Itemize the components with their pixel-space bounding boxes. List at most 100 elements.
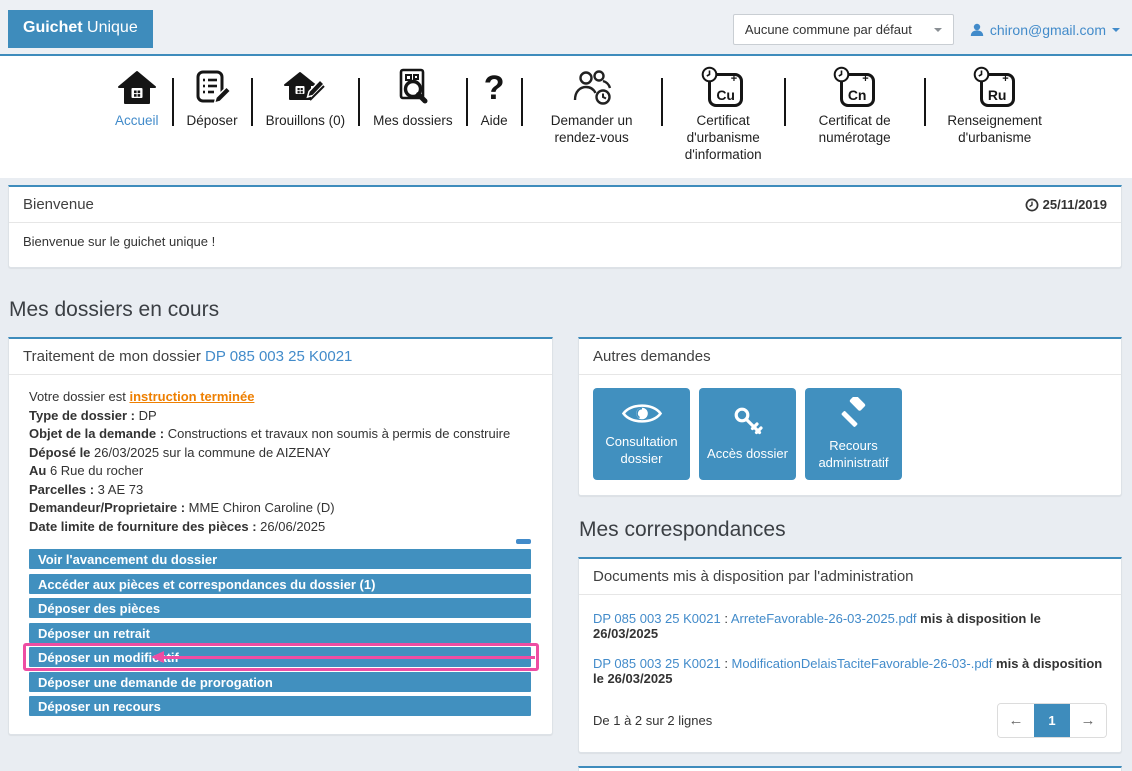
correspondances-panel: Documents mis à disposition par l'admini…	[578, 557, 1122, 753]
key-icon	[734, 407, 763, 435]
nav-item-certificat-urbanisme[interactable]: Cu + Certificat d'urbanisme d'informatio…	[663, 66, 784, 164]
detail-line: Date limite de fourniture des pièces : 2…	[29, 518, 326, 534]
home-icon	[117, 68, 157, 108]
nav-item-label: Renseignement d'urbanisme	[947, 113, 1042, 145]
nav-item-aide[interactable]: ? Aide	[468, 68, 521, 130]
app-logo[interactable]: Guichet Unique	[8, 10, 153, 48]
welcome-panel-header: Bienvenue 25/11/2019	[9, 187, 1121, 223]
tile-label: Recours administratif	[818, 437, 889, 470]
pagination-row: De 1 à 2 sur 2 lignes ← 1 →	[593, 693, 1107, 740]
eye-icon	[621, 404, 662, 423]
nav-item-accueil[interactable]: Accueil	[102, 68, 172, 130]
detail-line: Objet de la demande : Constructions et t…	[29, 426, 511, 441]
dossier-actions: Voir l'avancement du dossier Accéder aux…	[9, 547, 552, 734]
app-logo-regular: Unique	[82, 19, 138, 36]
pagination-summary: De 1 à 2 sur 2 lignes	[593, 713, 713, 728]
welcome-date: 25/11/2019	[1025, 197, 1107, 212]
document-file-link[interactable]: ArreteFavorable-26-03-2025.pdf	[731, 611, 917, 626]
tile-label: Consultation dossier	[605, 434, 678, 466]
help-icon: ?	[483, 69, 505, 107]
autres-demandes-header: Autres demandes	[579, 339, 1121, 375]
ru-certificate-icon: Ru +	[973, 66, 1015, 108]
detail-line: Déposé le 26/03/2025 sur la commune de A…	[29, 444, 331, 460]
dossier-title: Traitement de mon dossier DP 085 003 25 …	[23, 348, 353, 365]
top-header: Guichet Unique Aucune commune par défaut…	[0, 0, 1132, 56]
pager-prev-button[interactable]: ←	[998, 704, 1034, 737]
cu-certificate-icon: Cu +	[701, 66, 744, 108]
action-deposer-pieces[interactable]: Déposer des pièces	[29, 598, 531, 618]
nav-item-certificat-numerotage[interactable]: Cn + Certificat de numérotage	[786, 66, 924, 147]
detail-line: Demandeur/Proprietaire : MME Chiron Caro…	[29, 500, 335, 515]
cn-certificate-icon: Cn +	[833, 66, 875, 108]
autres-demandes-panel: Autres demandes Consultation dossier Acc…	[578, 337, 1122, 496]
welcome-title: Bienvenue	[23, 196, 94, 213]
action-deposer-modificatif[interactable]: Déposer un modificatif	[29, 647, 531, 667]
action-deposer-recours[interactable]: Déposer un recours	[29, 696, 531, 716]
main-nav: Accueil Déposer Brouillons (0) Mes dossi…	[0, 56, 1132, 178]
nav-item-label: Déposer	[186, 113, 238, 128]
drafts-icon	[283, 68, 327, 108]
section-title-dossiers: Mes dossiers en cours	[9, 298, 220, 321]
deposit-form-icon	[193, 68, 232, 108]
nav-item-label: Mes dossiers	[373, 113, 453, 128]
dossier-number-link[interactable]: DP 085 003 25 K0021	[205, 348, 352, 365]
welcome-panel: Bienvenue 25/11/2019 Bienvenue sur le gu…	[8, 185, 1122, 268]
welcome-message: Bienvenue sur le guichet unique !	[23, 234, 216, 249]
dossier-panel-header: Traitement de mon dossier DP 085 003 25 …	[9, 339, 552, 375]
collapse-toggle[interactable]	[516, 539, 531, 544]
nav-item-label: Accueil	[115, 113, 159, 128]
next-panel-stub	[578, 766, 1122, 771]
main-content: Bienvenue 25/11/2019 Bienvenue sur le gu…	[0, 178, 1132, 771]
nav-item-brouillons[interactable]: Brouillons (0)	[253, 68, 359, 130]
nav-item-deposer[interactable]: Déposer	[174, 68, 251, 130]
nav-item-renseignement-urbanisme[interactable]: Ru + Renseignement d'urbanisme	[926, 66, 1064, 147]
folder-search-icon	[394, 68, 432, 108]
nav-item-label: Aide	[480, 113, 508, 128]
document-dossier-link[interactable]: DP 085 003 25 K0021	[593, 611, 721, 626]
pager-page-1[interactable]: 1	[1034, 704, 1070, 737]
tile-label: Accès dossier	[707, 446, 788, 462]
dossier-panel: Traitement de mon dossier DP 085 003 25 …	[8, 337, 553, 735]
detail-line: Parcelles : 3 AE 73	[29, 481, 144, 497]
action-deposer-prorogation[interactable]: Déposer une demande de prorogation	[29, 671, 531, 692]
dossier-details: Votre dossier est instruction terminée T…	[9, 375, 552, 536]
user-email: chiron@gmail.com	[989, 21, 1106, 38]
dossier-status-line: Votre dossier est instruction terminée	[29, 389, 255, 404]
document-row: DP 085 003 25 K0021 : ModificationDelais…	[593, 656, 1103, 686]
app-logo-bold: Guichet	[23, 19, 83, 36]
nav-item-label: Brouillons (0)	[265, 113, 346, 128]
header-right: Aucune commune par défaut chiron@gmail.c…	[732, 14, 1120, 45]
correspondances-body: DP 085 003 25 K0021 : ArreteFavorable-26…	[579, 595, 1121, 752]
correspondances-title: Documents mis à disposition par l'admini…	[593, 568, 914, 585]
action-acceder-pieces[interactable]: Accéder aux pièces et correspondances du…	[29, 573, 531, 594]
pager-next-button[interactable]: →	[1070, 704, 1106, 737]
document-row: DP 085 003 25 K0021 : ArreteFavorable-26…	[593, 611, 1041, 641]
detail-line: Type de dossier : DP	[29, 407, 157, 423]
appointment-icon	[570, 68, 614, 108]
commune-select-value: Aucune commune par défaut	[744, 22, 912, 37]
tile-recours-administratif[interactable]: Recours administratif	[805, 388, 902, 480]
commune-select[interactable]: Aucune commune par défaut	[732, 14, 954, 45]
document-file-link[interactable]: ModificationDelaisTaciteFavorable-26-03-…	[732, 656, 993, 671]
gavel-icon	[841, 396, 865, 427]
detail-line: Au 6 Rue du rocher	[29, 463, 144, 478]
correspondances-header: Documents mis à disposition par l'admini…	[579, 559, 1121, 595]
nav-item-rendez-vous[interactable]: Demander un rendez-vous	[523, 68, 661, 147]
nav-item-label: Certificat de numérotage	[818, 113, 891, 145]
tile-consultation-dossier[interactable]: Consultation dossier	[593, 388, 690, 480]
status-link[interactable]: instruction terminée	[129, 389, 254, 404]
action-deposer-retrait[interactable]: Déposer un retrait	[29, 622, 531, 643]
chevron-down-icon	[1112, 27, 1120, 32]
nav-item-mes-dossiers[interactable]: Mes dossiers	[360, 68, 466, 130]
user-icon	[970, 23, 984, 36]
clock-icon	[1025, 198, 1039, 211]
autres-demandes-tiles: Consultation dossier Accès dossier Recou…	[579, 375, 1121, 495]
autres-demandes-title: Autres demandes	[593, 348, 711, 365]
document-dossier-link[interactable]: DP 085 003 25 K0021	[593, 656, 721, 671]
action-voir-avancement[interactable]: Voir l'avancement du dossier	[29, 549, 531, 569]
user-menu[interactable]: chiron@gmail.com	[970, 22, 1120, 38]
section-title-correspondances: Mes correspondances	[579, 518, 786, 541]
tile-acces-dossier[interactable]: Accès dossier	[699, 388, 796, 480]
pager: ← 1 →	[997, 703, 1107, 738]
chevron-down-icon	[933, 27, 942, 32]
